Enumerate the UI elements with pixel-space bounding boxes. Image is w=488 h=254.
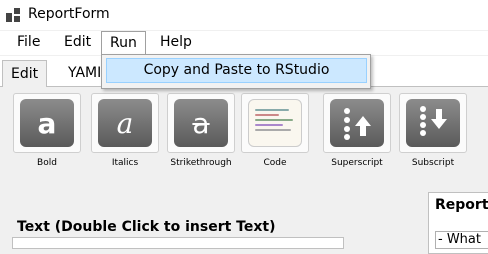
subscript-icon xyxy=(406,99,460,147)
app-icon xyxy=(6,8,20,22)
bold-label: Bold xyxy=(37,158,57,168)
menu-bar: File Edit Run Help xyxy=(0,31,488,55)
italics-tool: a Italics xyxy=(90,93,160,168)
italics-button[interactable]: a xyxy=(91,93,159,153)
strikethrough-tool: a Strikethrough xyxy=(166,93,236,168)
subscript-label: Subscript xyxy=(411,158,455,168)
menu-help[interactable]: Help xyxy=(152,31,200,53)
menu-file[interactable]: File xyxy=(9,31,48,53)
text-list[interactable] xyxy=(12,237,344,249)
code-icon xyxy=(248,99,302,147)
run-dropdown-menu: Copy and Paste to RStudio xyxy=(101,54,371,89)
strikethrough-label: Strikethrough xyxy=(170,158,232,168)
superscript-icon xyxy=(330,99,384,147)
report-title: Report xyxy=(435,197,488,213)
title-bar: ReportForm xyxy=(0,0,488,30)
italics-label: Italics xyxy=(111,158,139,168)
copy-paste-rstudio-menu-item[interactable]: Copy and Paste to RStudio xyxy=(106,58,367,83)
menu-run[interactable]: Run xyxy=(101,31,146,54)
menu-edit[interactable]: Edit xyxy=(56,31,99,53)
bold-button[interactable]: a xyxy=(13,93,81,153)
superscript-button[interactable] xyxy=(323,93,391,153)
strikethrough-button[interactable]: a xyxy=(167,93,235,153)
code-tool: Code xyxy=(240,93,310,168)
report-panel: Report - What xyxy=(428,192,488,254)
code-button[interactable] xyxy=(241,93,309,153)
code-label: Code xyxy=(263,158,287,168)
strikethrough-a-icon: a xyxy=(174,99,228,147)
bold-a-icon: a xyxy=(20,99,74,147)
tab-edit[interactable]: Edit xyxy=(2,60,48,87)
superscript-label: Superscript xyxy=(331,158,383,168)
report-list-item[interactable]: - What xyxy=(435,231,488,249)
formatting-toolbar: a Bold a Italics a Strikethrough Code Su… xyxy=(0,87,488,175)
subscript-tool: Subscript xyxy=(398,93,468,168)
bold-tool: a Bold xyxy=(12,93,82,168)
subscript-button[interactable] xyxy=(399,93,467,153)
window-title: ReportForm xyxy=(28,6,110,22)
italic-a-icon: a xyxy=(98,99,152,147)
text-panel-label: Text (Double Click to insert Text) xyxy=(17,219,276,235)
superscript-tool: Superscript xyxy=(322,93,392,168)
